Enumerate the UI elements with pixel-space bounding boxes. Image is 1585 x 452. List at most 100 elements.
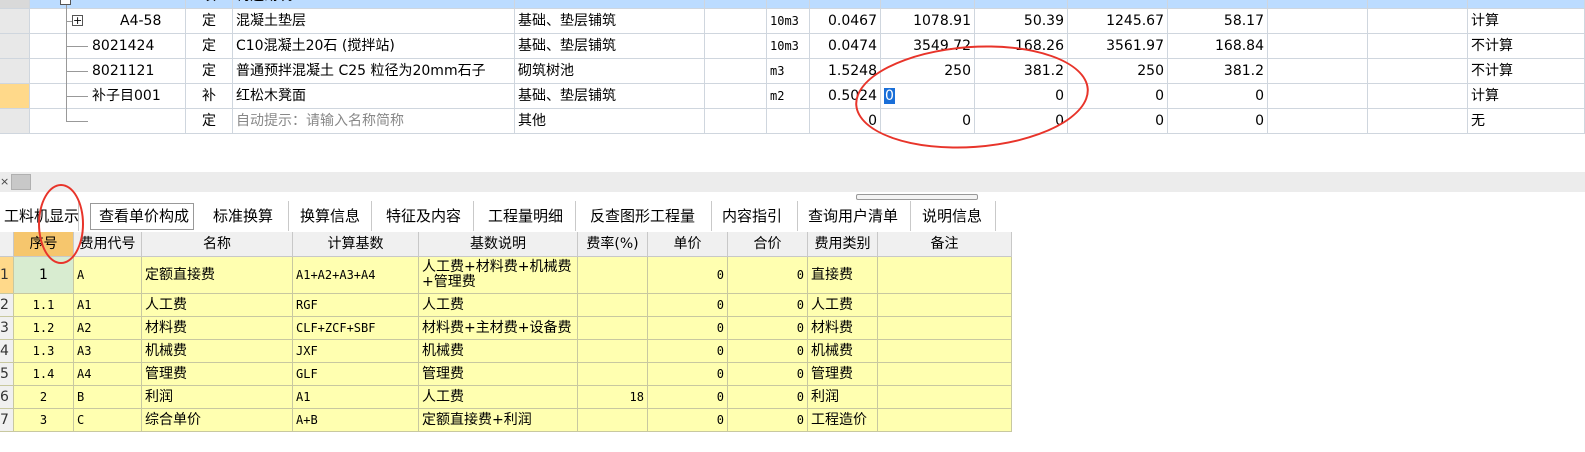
price-cell: 0: [648, 340, 728, 363]
table-row-new[interactable]: 定 自动提示：请输入名称简称 其他 0 0 0 0 0 无: [0, 109, 1585, 134]
expand-plus-icon[interactable]: +: [72, 15, 83, 26]
code-cell: 8021424: [30, 34, 186, 59]
type-cell: 项: [186, 0, 233, 9]
header-seq[interactable]: 序号: [14, 232, 74, 257]
price2-cell: 564.12: [1068, 0, 1168, 9]
profession-cell: 基础、垫层铺筑: [515, 84, 705, 109]
category-cell: 直接费: [808, 257, 878, 294]
tab-labor-material-machine[interactable]: 工料机显示: [0, 201, 79, 231]
row-index: 3: [0, 317, 14, 340]
price-cell: 0: [648, 294, 728, 317]
seq-cell: 1.2: [14, 317, 74, 340]
price-input-value[interactable]: 0: [884, 88, 895, 104]
unit-cell: [767, 109, 810, 134]
row-index: 4: [0, 340, 14, 363]
tab-description-info[interactable]: 说明信息: [914, 201, 996, 231]
price-input[interactable]: 0: [881, 84, 975, 109]
rate-cell: 18: [578, 386, 648, 409]
name-cell: 红松木凳面: [233, 84, 515, 109]
type-cell: 定: [186, 109, 233, 134]
rate-cell: [578, 363, 648, 386]
row-index: [0, 109, 30, 134]
price2-cell: 0: [1068, 84, 1168, 109]
header-base-desc[interactable]: 基数说明: [419, 232, 578, 257]
code-cell: [30, 109, 186, 134]
header-code[interactable]: 费用代号: [74, 232, 142, 257]
collapse-icon[interactable]: ×: [0, 174, 9, 190]
header-price[interactable]: 单价: [648, 232, 728, 257]
category-cell: 工程造价: [808, 409, 878, 432]
base-cell: A1: [293, 386, 419, 409]
seq-cell: 1.4: [14, 363, 74, 386]
empty-cell: [1268, 59, 1368, 84]
base-cell: GLF: [293, 363, 419, 386]
table-row-partial[interactable]: 040204001001 项 构造砌筑 2 564.12 353.24: [0, 0, 1585, 9]
empty-cell: [1368, 109, 1468, 134]
price-cell: [881, 0, 975, 9]
profession-cell: 其他: [515, 109, 705, 134]
category-cell: 管理费: [808, 363, 878, 386]
table-row[interactable]: A4-58 定 混凝土垫层 基础、垫层铺筑 10m3 0.0467 1078.9…: [0, 9, 1585, 34]
total-cell: 0: [728, 386, 808, 409]
header-rate[interactable]: 费率(%): [578, 232, 648, 257]
unit-cell: 10m3: [767, 34, 810, 59]
tree-line: [66, 96, 88, 97]
seq-cell: 1.3: [14, 340, 74, 363]
tab-query-user-list[interactable]: 查询用户清单: [800, 201, 911, 231]
header-base[interactable]: 计算基数: [293, 232, 419, 257]
tab-unit-price-composition[interactable]: 查看单价构成: [90, 203, 194, 230]
flag-cell: 计算: [1468, 84, 1585, 109]
note-cell: [878, 363, 1012, 386]
seq-cell: 2: [14, 386, 74, 409]
horizontal-scrollbar[interactable]: [856, 194, 978, 200]
code-cell: A2: [74, 317, 142, 340]
code-cell: 8021121: [30, 59, 186, 84]
flag-cell: 计算: [1468, 9, 1585, 34]
table-row-current[interactable]: 补子目001 补 红松木凳面 基础、垫层铺筑 m2 0.5024 0 0 0 0…: [0, 84, 1585, 109]
empty-cell: [1268, 84, 1368, 109]
row-index: 6: [0, 386, 14, 409]
note-cell: [878, 317, 1012, 340]
splitter-thumb[interactable]: [11, 174, 31, 190]
header-total[interactable]: 合价: [728, 232, 808, 257]
base-desc-cell: 机械费: [419, 340, 578, 363]
price-cell: 3549.72: [881, 34, 975, 59]
base-desc-cell: 材料费+主材费+设备费: [419, 317, 578, 340]
flag-cell: 无: [1468, 109, 1585, 134]
base-desc-cell: 人工费+材料费+机械费+管理费: [419, 257, 578, 294]
flag-cell: [1468, 0, 1585, 9]
code-cell: B: [74, 386, 142, 409]
table-row[interactable]: 8021424 定 C10混凝土20石 (搅拌站) 基础、垫层铺筑 10m3 0…: [0, 34, 1585, 59]
base-cell: A+B: [293, 409, 419, 432]
header-note[interactable]: 备注: [878, 232, 1012, 257]
checkbox-icon[interactable]: [60, 0, 71, 5]
splitter-bar[interactable]: ×: [0, 172, 1585, 200]
price-cell: 250: [881, 59, 975, 84]
sum2-cell: 0: [1168, 84, 1268, 109]
name-hint-cell[interactable]: 自动提示：请输入名称简称: [233, 109, 515, 134]
header-name[interactable]: 名称: [142, 232, 293, 257]
row-index: [0, 0, 30, 9]
sum2-cell: 0: [1168, 109, 1268, 134]
tab-features-content[interactable]: 特征及内容: [378, 201, 474, 231]
price-cell: 0: [648, 386, 728, 409]
tab-reverse-lookup-quantity[interactable]: 反查图形工程量: [582, 201, 712, 231]
tab-quantity-details[interactable]: 工程量明细: [480, 201, 576, 231]
name-cell: 构造砌筑: [233, 0, 515, 9]
tab-content-guide[interactable]: 内容指引: [714, 201, 798, 231]
sum-cell: [975, 0, 1068, 9]
tab-conversion-info[interactable]: 换算信息: [292, 201, 372, 231]
sum2-cell: 58.17: [1168, 9, 1268, 34]
table-row[interactable]: 8021121 定 普通预拌混凝土 C25 粒径为20mm石子 砌筑树池 m3 …: [0, 59, 1585, 84]
empty-cell: [1368, 0, 1468, 9]
tab-standard-conversion[interactable]: 标准换算: [205, 201, 289, 231]
blank-cell: [705, 109, 767, 134]
empty-cell: [1368, 84, 1468, 109]
category-cell: 机械费: [808, 340, 878, 363]
name-cell: 利润: [142, 386, 293, 409]
flag-cell: 不计算: [1468, 59, 1585, 84]
name-cell: 普通预拌混凝土 C25 粒径为20mm石子: [233, 59, 515, 84]
price2-cell: 0: [1068, 109, 1168, 134]
sum2-cell: 168.84: [1168, 34, 1268, 59]
header-category[interactable]: 费用类别: [808, 232, 878, 257]
